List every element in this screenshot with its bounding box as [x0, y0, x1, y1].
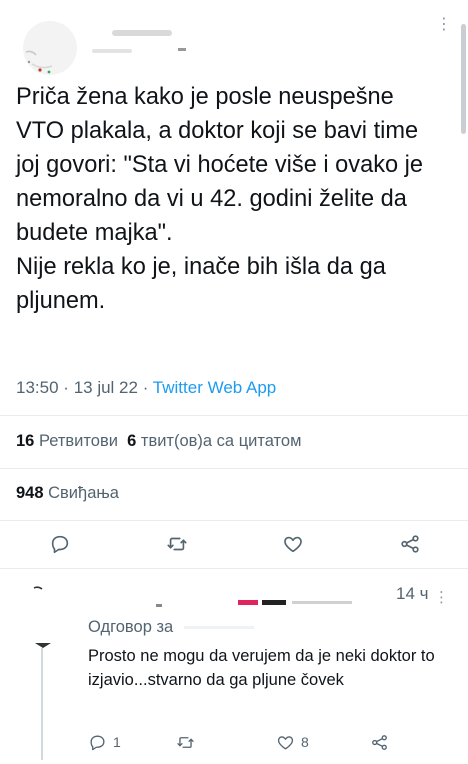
reply-reply-button[interactable]: 1 [88, 730, 121, 754]
retweet-stats: 16 Ретвитови 6 твит(ов)а са цитатом [16, 432, 301, 451]
tweet-text: Priča žena kako je posle neuspešne VTO p… [16, 84, 424, 314]
meta-dot: · [142, 378, 149, 397]
thread-line [41, 648, 43, 760]
reply-icon [51, 535, 69, 554]
reply-like-button[interactable]: 8 [276, 730, 309, 754]
retweets-link[interactable]: 16 Ретвитови [16, 432, 118, 450]
reply-text: Prosto ne mogu da verujem da je neki dok… [88, 647, 435, 689]
retweet-icon [177, 736, 194, 748]
likes-stats: 948 Свиђања [16, 484, 119, 503]
author-avatar[interactable] [18, 14, 78, 76]
divider [0, 520, 468, 521]
share-button[interactable] [395, 529, 425, 559]
retweet-icon [167, 537, 187, 551]
meta-dot: · [63, 378, 69, 397]
like-icon [277, 735, 294, 750]
reply-more-options-icon[interactable]: ⋮ [434, 588, 449, 606]
divider [0, 468, 468, 469]
tweet-action-bar [0, 529, 468, 559]
like-icon [284, 536, 302, 553]
divider [0, 415, 468, 416]
reply-timestamp[interactable]: 14 ч [396, 584, 429, 604]
tweet-date[interactable]: 13 jul 22 [74, 378, 138, 397]
replying-to-handle-blurred[interactable] [183, 626, 254, 630]
author-name-blurred[interactable] [82, 24, 282, 60]
tweet-source-link[interactable]: Twitter Web App [153, 378, 276, 397]
tweet-time[interactable]: 13:50 [16, 378, 59, 397]
replying-to: Одговор за [88, 618, 254, 637]
reply-author-avatar[interactable] [32, 585, 54, 615]
scrollbar[interactable] [461, 24, 466, 134]
share-icon [372, 734, 387, 750]
reply-like-count: 8 [301, 734, 309, 750]
reply-button[interactable] [45, 529, 75, 559]
reply-reply-count: 1 [113, 734, 121, 750]
retweet-button[interactable] [162, 529, 192, 559]
reply-author-name-blurred[interactable] [150, 590, 390, 614]
divider [0, 568, 468, 569]
reply-icon [90, 734, 105, 750]
tweet-meta: 13:50 · 13 jul 22 · Twitter Web App [16, 378, 276, 398]
like-button[interactable] [278, 529, 308, 559]
more-options-icon[interactable]: ⋮ [436, 17, 452, 33]
share-icon [401, 535, 419, 553]
reply-share-button[interactable] [370, 730, 389, 754]
quotes-link[interactable]: 6 твит(ов)а са цитатом [127, 432, 301, 450]
reply-retweet-button[interactable] [176, 730, 195, 754]
likes-link[interactable]: 948 Свиђања [16, 484, 119, 502]
thread-connector-icon [35, 643, 51, 648]
